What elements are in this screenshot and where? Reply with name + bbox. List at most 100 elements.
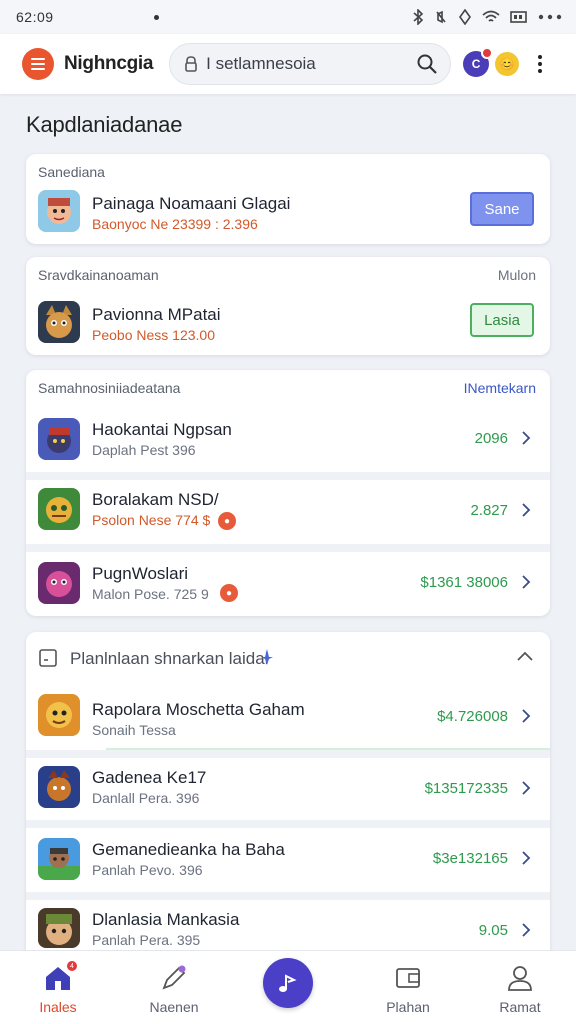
app-subtitle: Peobo Ness 123.00 <box>92 327 215 343</box>
app-price: $4.726008 <box>437 708 508 725</box>
divider <box>26 472 550 480</box>
nav-item-home[interactable]: 4 Inales <box>8 951 108 1024</box>
app-name: PugnWoslari <box>92 564 189 583</box>
game-icon <box>38 418 80 460</box>
game-icon <box>38 301 80 343</box>
app-name: Rapolara Moschetta Gaham <box>92 700 305 719</box>
more-status-icon <box>538 14 562 20</box>
app-subtitle: Malon Pose. 725 9 <box>92 586 209 602</box>
app-name: Haokantai Ngpsan <box>92 420 232 439</box>
hot-badge-icon: ● <box>220 584 238 602</box>
divider <box>26 820 550 828</box>
more-vert-icon[interactable] <box>533 55 547 73</box>
section-header: Sravdkainanoaman <box>38 267 159 283</box>
section-header: Sanediana <box>38 164 105 180</box>
search-icon[interactable] <box>416 53 438 75</box>
chevron-right-icon <box>522 709 531 723</box>
section-card: Samahnosiniiadeatana INemtekarn Haokanta… <box>26 370 550 616</box>
section-header: Samahnosiniiadeatana <box>38 380 181 396</box>
divider <box>26 544 550 552</box>
chevron-right-icon <box>522 575 531 589</box>
notification-badge <box>481 47 494 59</box>
profile-initial-icon: C <box>471 57 481 71</box>
app-name: Pavionna MPatai <box>92 305 221 324</box>
game-icon <box>38 190 80 232</box>
home-icon: 4 <box>43 959 79 993</box>
profile-avatar[interactable]: C <box>463 47 494 77</box>
wifi-icon <box>482 10 500 22</box>
nav-label: Plahan <box>386 999 430 1015</box>
page-title: Kapdlaniadanae <box>26 112 183 137</box>
app-bar: Nighncgia I setlamnesoia C 😊 <box>0 34 576 94</box>
app-price: $135172335 <box>424 780 508 797</box>
app-subtitle: Sonaih Tessa <box>92 722 176 738</box>
divider <box>26 892 550 900</box>
app-subtitle: Panlah Pevo. 396 <box>92 862 203 878</box>
app-name: Dlanlasia Mankasia <box>92 910 240 929</box>
section-header-right: Mulon <box>497 267 536 283</box>
nav-badge: 4 <box>65 959 79 973</box>
chevron-right-icon <box>522 923 531 937</box>
status-bar: 62:09 <box>0 0 576 34</box>
game-icon <box>38 908 80 948</box>
game-icon <box>38 488 80 530</box>
app-price: $3e132165 <box>432 850 508 867</box>
action-button[interactable]: Sane <box>470 192 534 226</box>
app-subtitle: Psolon Nese 774 $ <box>92 512 211 528</box>
nav-label: Ramat <box>499 999 541 1015</box>
game-icon <box>38 838 80 880</box>
divider <box>26 750 550 758</box>
app-subtitle: Panlah Pera. 395 <box>92 932 201 948</box>
game-icon <box>38 694 80 736</box>
search-text: I setlamnesoia <box>206 54 316 73</box>
search-input[interactable]: I setlamnesoia <box>169 43 452 85</box>
nav-item-edit[interactable]: Naenen <box>124 951 224 1024</box>
app-name: Boralakam NSD/ <box>92 490 219 509</box>
app-subtitle: Baonyoc Ne 23399 : 2.396 <box>92 216 258 232</box>
chevron-up-icon[interactable] <box>516 650 534 662</box>
game-icon <box>38 562 80 604</box>
music-note-icon <box>279 974 297 992</box>
person-icon <box>505 963 535 993</box>
notification-dot-icon <box>153 14 159 20</box>
lock-icon <box>185 56 197 72</box>
section-card: Sravdkainanoaman Mulon Pavionna MPatai P… <box>26 257 550 355</box>
wallet-icon <box>393 963 423 993</box>
music-fab-button[interactable] <box>263 958 313 1008</box>
action-button[interactable]: Lasia <box>470 303 534 337</box>
pencil-icon <box>159 963 189 993</box>
nav-label: Naenen <box>149 999 199 1015</box>
section-header-link[interactable]: INemtekarn <box>464 380 536 396</box>
status-time: 62:09 <box>16 9 54 25</box>
menu-icon-line <box>31 68 45 70</box>
app-name: Gadenea Ke17 <box>92 768 207 787</box>
note-icon <box>39 649 57 667</box>
mute-icon <box>436 10 446 24</box>
menu-icon-line <box>31 63 45 65</box>
app-subtitle: Danlall Pera. 396 <box>92 790 200 806</box>
app-subtitle: Daplah Pest 396 <box>92 442 196 458</box>
app-name: Painaga Noamaani Glagai <box>92 194 291 213</box>
menu-icon-line <box>31 58 45 60</box>
nav-label: Inales <box>39 999 77 1015</box>
app-name: Gemanedieanka ha Baha <box>92 840 285 859</box>
nav-item-profile[interactable]: Ramat <box>470 951 570 1024</box>
menu-button[interactable] <box>22 48 54 80</box>
game-icon <box>38 766 80 808</box>
chevron-right-icon <box>522 851 531 865</box>
app-price: $1361 38006 <box>420 574 508 591</box>
app-price: 9.05 <box>478 922 508 939</box>
section-card: Sanediana Painaga Noamaani Glagai Baonyo… <box>26 154 550 244</box>
emoji-avatar-icon[interactable]: 😊 <box>495 52 520 76</box>
chevron-right-icon <box>522 431 531 445</box>
section-header: Planlnlaan shnarkan laidai <box>70 649 269 668</box>
nav-item-wallet[interactable]: Plahan <box>358 951 458 1024</box>
app-price: 2.827 <box>470 502 508 519</box>
hot-badge-icon: ● <box>218 512 236 530</box>
section-card: Planlnlaan shnarkan laidai Rapolara Mosc… <box>26 632 550 954</box>
status-icons <box>412 9 562 25</box>
chevron-right-icon <box>522 503 531 517</box>
bluetooth-icon <box>413 9 424 25</box>
chevron-right-icon <box>522 781 531 795</box>
battery-icon <box>510 11 527 23</box>
